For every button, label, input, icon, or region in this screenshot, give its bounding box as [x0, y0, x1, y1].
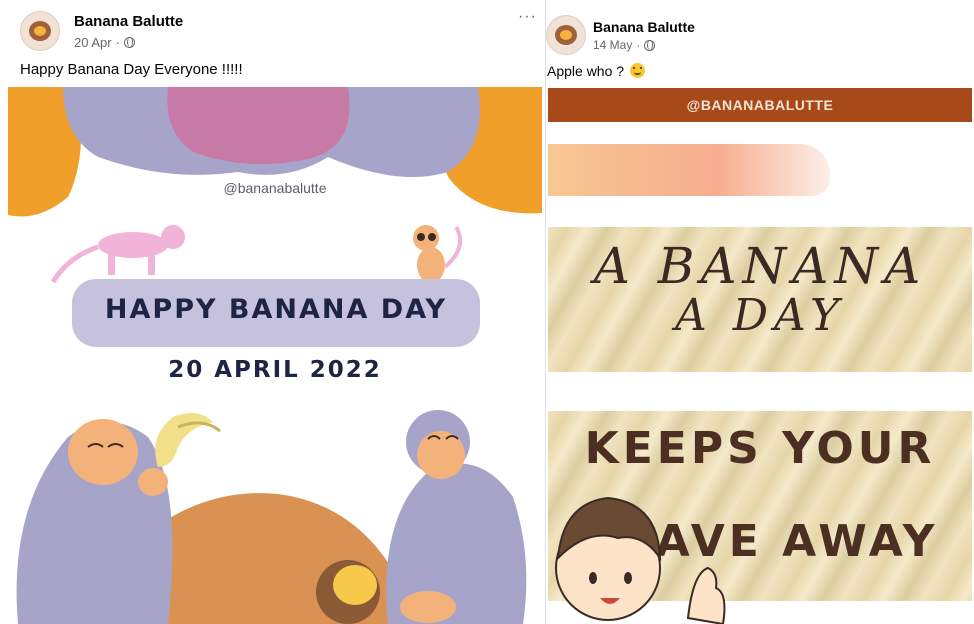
post-caption: Happy Banana Day Everyone !!!!! [20, 61, 243, 78]
image-handle: @bananabalutte [223, 180, 327, 196]
post-meta: 20 Apr · [74, 35, 135, 50]
banana-icon [155, 413, 221, 467]
more-options-button[interactable]: ··· [518, 8, 537, 26]
tarsier-icon [413, 225, 463, 283]
post-meta: 14 May · [593, 38, 656, 52]
globe-icon[interactable] [123, 37, 135, 48]
post-card: Banana Balutte 20 Apr · ··· Happy Banana… [0, 0, 545, 624]
post-card: Banana Balutte 14 May · Apple who ? @BAN… [546, 0, 974, 624]
coconut-icon [316, 560, 380, 624]
avatar[interactable] [546, 15, 586, 55]
gorilla-icon [16, 419, 173, 624]
avatar[interactable] [20, 11, 60, 51]
post-date[interactable]: 14 May [593, 38, 632, 52]
pink-monkey-icon [50, 225, 185, 284]
globe-icon[interactable] [644, 39, 656, 51]
post-author[interactable]: Banana Balutte [74, 13, 183, 30]
grinning-face-emoji-icon [629, 63, 645, 78]
chimpanzee-icon [386, 410, 527, 624]
illustration [8, 87, 542, 624]
post-caption: Apple who ? [547, 63, 645, 79]
post-image[interactable]: @BANANABALUTTE A BANANA A DAY KEEPS YOUR… [548, 88, 972, 624]
meta-separator: · [636, 38, 641, 52]
meta-separator: · [115, 35, 120, 50]
post-image[interactable]: @bananabalutte HAPPY BANANA DAY 20 APRIL… [8, 87, 542, 624]
image-date: 20 APRIL 2022 [168, 357, 382, 383]
cartoon-boy-icon [555, 496, 726, 624]
post-date[interactable]: 20 Apr [74, 35, 112, 50]
pink-blob [167, 87, 350, 165]
post-author[interactable]: Banana Balutte [593, 19, 695, 35]
image-title: HAPPY BANANA DAY [104, 294, 448, 325]
caption-text: Apple who ? [547, 63, 625, 79]
